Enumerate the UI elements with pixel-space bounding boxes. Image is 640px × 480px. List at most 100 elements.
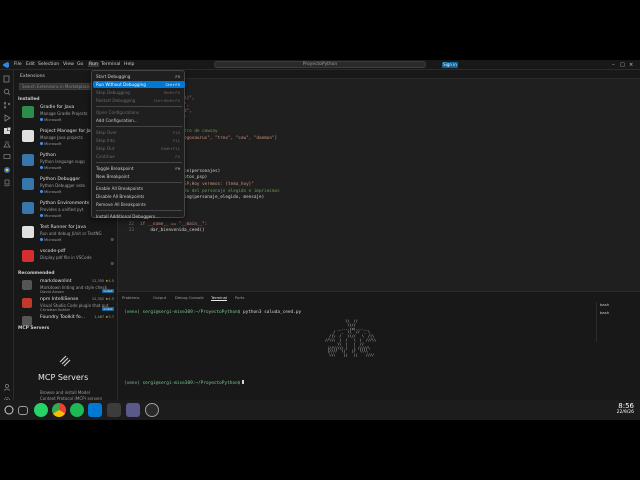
extension-name: Python Debugger — [40, 177, 81, 182]
extension-item[interactable]: Test Runner for Java Run and debug JUnit … — [22, 224, 116, 246]
menu-item-label: Step Into — [96, 138, 115, 143]
menu-edit[interactable]: Edit — [26, 62, 35, 67]
bottom-panel: Problems Output Debug Console Terminal P… — [118, 291, 640, 410]
show-desktop-icon[interactable] — [18, 406, 28, 415]
menu-item-label: Step Out — [96, 146, 115, 151]
run-menu-item[interactable]: Start Debugging F5 — [93, 73, 185, 80]
source-control-icon[interactable] — [3, 101, 11, 109]
settings-taskbar-icon[interactable] — [145, 403, 159, 417]
extension-item[interactable]: vscode-pdf Display pdf file in VSCode ⚙ — [22, 248, 116, 270]
extension-description: Run and debug JUnit or TestNG — [40, 231, 102, 236]
explorer-icon[interactable] — [3, 75, 11, 83]
command-center-search[interactable]: ProyectoPython — [214, 61, 426, 68]
code-editor[interactable]: de POOmultihilo (Threads)",rocesos y señ… — [118, 70, 640, 291]
maximize-icon[interactable]: □ — [620, 62, 625, 68]
recommended-extension-item[interactable]: Foundry Toolkit fo... 1,467 ★3.7 — [22, 314, 116, 336]
terminal-command-1: python3 saluda_ceed.py — [240, 310, 302, 315]
tab-output[interactable]: Output — [153, 295, 166, 300]
tab-problems[interactable]: Problems — [122, 295, 140, 300]
menu-run[interactable]: Run — [88, 62, 99, 67]
menu-item-label: Step Over — [96, 130, 117, 135]
run-debug-icon[interactable] — [3, 114, 11, 122]
menu-file[interactable]: File — [14, 62, 22, 67]
install-button[interactable]: Install — [102, 307, 114, 311]
run-menu-item[interactable]: Remove All Breakpoints — [93, 201, 185, 208]
terminal-item-1[interactable]: bash — [600, 302, 609, 307]
menu-item-label: New Breakpoint — [96, 174, 130, 179]
recommended-section-header[interactable]: Recommended — [18, 271, 55, 276]
extension-publisher: Microsoft — [40, 237, 61, 242]
vscode-taskbar-icon[interactable] — [88, 403, 102, 417]
publisher-name: Microsoft — [44, 117, 62, 122]
minimize-icon[interactable]: – — [612, 62, 615, 68]
image-viewer-icon[interactable] — [126, 403, 140, 417]
editor-tabs — [118, 70, 640, 79]
remote-explorer-icon[interactable] — [3, 153, 11, 161]
run-menu-item[interactable]: Run Without Debugging Ctrl+F5 — [93, 81, 185, 88]
mcp-heading: MCP Servers — [38, 373, 89, 382]
extensions-icon[interactable] — [3, 127, 11, 135]
chrome-icon[interactable] — [52, 403, 66, 417]
extension-gear-icon[interactable]: ⚙ — [110, 237, 114, 242]
menu-item-label: Toggle Breakpoint — [96, 166, 134, 171]
install-button[interactable]: Install — [102, 289, 114, 293]
python-icon[interactable] — [3, 166, 11, 174]
code-text: if __name__ == "__main__": — [140, 221, 208, 227]
extension-name: Foundry Toolkit fo... — [40, 315, 85, 320]
extension-gear-icon[interactable]: ⚙ — [110, 261, 114, 266]
extension-publisher: Microsoft — [40, 141, 61, 146]
run-menu-item[interactable]: Enable All Breakpoints — [93, 185, 185, 192]
terminal-item-2[interactable]: bash — [600, 310, 609, 315]
run-menu-item: Step Out Shift+F11 — [93, 145, 185, 152]
run-menu-item[interactable]: Install Additional Debuggers... — [93, 213, 185, 220]
menu-go[interactable]: Go — [77, 62, 83, 67]
menu-separator — [96, 210, 182, 211]
menu-item-label: Stop Debugging — [96, 90, 130, 95]
activity-bar — [0, 70, 14, 410]
menu-item-label: Run Without Debugging — [96, 82, 146, 87]
testing-icon[interactable] — [3, 140, 11, 148]
tab-debug-console[interactable]: Debug Console — [175, 295, 204, 300]
run-menu-item[interactable]: Disable All Breakpoints — [93, 193, 185, 200]
menu-view[interactable]: View — [63, 62, 74, 67]
terminal-taskbar-icon[interactable] — [107, 403, 121, 417]
java-projects-icon[interactable] — [3, 179, 11, 187]
extension-name: markdownlint — [40, 279, 72, 284]
terminal-line-2[interactable]: (venv) sergi@sergi-mise309:~/ProyectoPyt… — [124, 380, 245, 386]
whatsapp-icon[interactable] — [34, 403, 48, 417]
menu-separator — [96, 106, 182, 107]
run-menu-item: Open Configurations — [93, 109, 185, 116]
verified-check-icon — [40, 190, 43, 193]
extension-logo-icon — [22, 178, 34, 190]
sign-in-button[interactable]: Sign in — [442, 62, 458, 68]
search-icon[interactable] — [3, 88, 11, 96]
run-menu-item[interactable]: Add Configuration... — [93, 117, 185, 124]
verified-check-icon — [40, 214, 43, 217]
menu-help[interactable]: Help — [124, 62, 134, 67]
run-menu-item[interactable]: New Breakpoint — [93, 173, 185, 180]
publisher-name: Microsoft — [44, 165, 62, 170]
installed-section-header[interactable]: Installed — [18, 97, 40, 102]
run-menu-item[interactable]: Toggle Breakpoint F9 — [93, 165, 185, 172]
mcp-logo-icon — [59, 355, 71, 367]
menu-selection[interactable]: Selection — [38, 62, 59, 67]
menu-separator — [96, 162, 182, 163]
run-menu-item: Step Into F11 — [93, 137, 185, 144]
menu-terminal[interactable]: Terminal — [101, 62, 120, 67]
terminal-list: bash bash — [596, 302, 640, 342]
system-clock[interactable]: 8:56 22/9/26 — [617, 402, 634, 415]
mcp-section-header[interactable]: MCP Servers — [18, 326, 49, 331]
download-count: 12,302 — [91, 297, 105, 301]
tab-ports[interactable]: Ports — [235, 295, 245, 300]
close-icon[interactable]: × — [629, 62, 633, 68]
rating: 4.5 — [108, 297, 114, 301]
publisher-name: Microsoft — [44, 213, 62, 218]
extension-logo-icon — [22, 316, 32, 326]
menu-item-shortcut: Shift+F5 — [163, 90, 180, 95]
start-menu-icon[interactable] — [4, 405, 14, 415]
menu-item-label: Add Configuration... — [96, 118, 138, 123]
account-icon[interactable] — [3, 383, 11, 391]
tab-terminal[interactable]: Terminal — [211, 295, 228, 301]
spotify-icon[interactable] — [70, 403, 84, 417]
os-taskbar: 8:56 22/9/26 — [0, 400, 640, 420]
